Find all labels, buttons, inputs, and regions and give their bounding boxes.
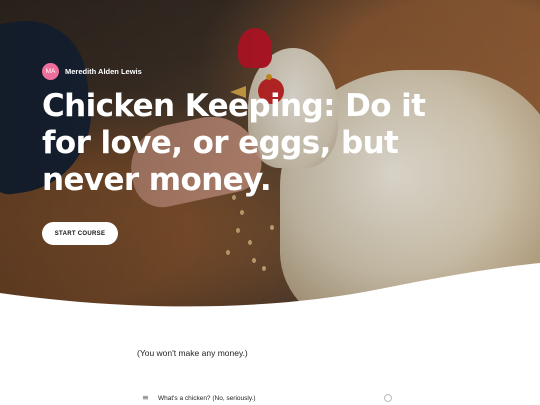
hero-curve	[0, 263, 540, 325]
lesson-status-circle-icon	[384, 394, 392, 402]
author-info: MA Meredith Alden Lewis	[42, 63, 142, 80]
lesson-item[interactable]: ≡ What's a chicken? (No, seriously.)	[142, 392, 392, 404]
avatar: MA	[42, 63, 59, 80]
lesson-label: What's a chicken? (No, seriously.)	[158, 394, 256, 402]
list-icon: ≡	[142, 393, 149, 402]
course-subtitle: (You won't make any money.)	[137, 348, 248, 358]
author-name: Meredith Alden Lewis	[65, 67, 142, 76]
start-course-button[interactable]: START COURSE	[42, 222, 118, 245]
course-title: Chicken Keeping: Do it for love, or eggs…	[42, 88, 426, 198]
